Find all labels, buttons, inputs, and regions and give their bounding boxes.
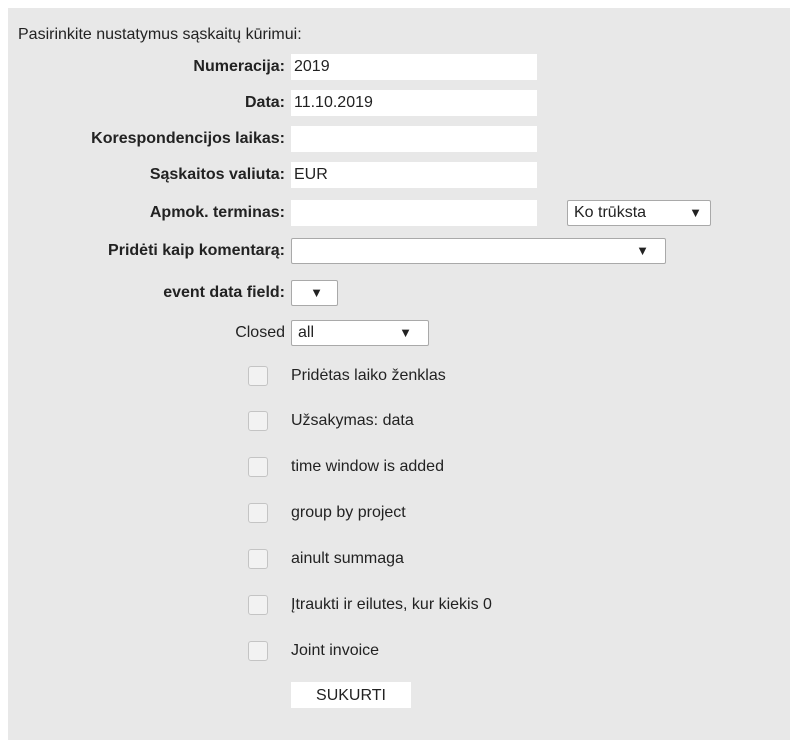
date-input[interactable]: [291, 90, 537, 116]
intro-text: Pasirinkite nustatymus sąskaitų kūrimui:: [18, 26, 302, 43]
correspondence-time-row: Korespondencijos laikas:: [8, 126, 790, 152]
missing-dropdown[interactable]: Ko trūksta ▼: [567, 200, 711, 226]
chevron-down-icon: ▼: [399, 325, 412, 340]
closed-select-value: all: [298, 324, 315, 341]
checkbox[interactable]: [248, 549, 268, 569]
chevron-down-icon: ▼: [636, 243, 649, 258]
checkbox-label: Įtraukti ir eilutes, kur kiekis 0: [291, 596, 492, 613]
numeration-row: Numeracija:: [8, 54, 790, 80]
checkbox-label: group by project: [291, 504, 406, 521]
currency-row: Sąskaitos valiuta:: [8, 162, 790, 188]
checkbox-label: Užsakymas: data: [291, 412, 414, 429]
checkbox[interactable]: [248, 503, 268, 523]
create-button[interactable]: SUKURTI: [291, 682, 411, 708]
event-data-field-select[interactable]: ▼: [291, 280, 338, 306]
date-label: Data:: [244, 94, 285, 111]
comment-row: Pridėti kaip komentarą: ▼: [8, 238, 790, 264]
settings-panel: Pasirinkite nustatymus sąskaitų kūrimui:…: [8, 8, 790, 740]
payment-term-label: Apmok. terminas:: [149, 204, 285, 221]
payment-term-row: Apmok. terminas: Ko trūksta ▼: [8, 200, 790, 226]
checkbox[interactable]: [248, 366, 268, 386]
comment-select[interactable]: ▼: [291, 238, 666, 264]
event-data-field-row: event data field: ▼: [8, 280, 790, 306]
checkbox-label: Joint invoice: [291, 642, 380, 659]
chevron-down-icon: ▼: [689, 205, 702, 220]
date-row: Data:: [8, 90, 790, 116]
event-data-field-label: event data field:: [163, 284, 285, 301]
comment-label: Pridėti kaip komentarą:: [108, 242, 285, 259]
chevron-down-icon: ▼: [310, 285, 323, 300]
correspondence-time-input[interactable]: [291, 126, 537, 152]
checkbox[interactable]: [248, 641, 268, 661]
numeration-label: Numeracija:: [193, 58, 285, 75]
checkbox-label: Pridėtas laiko ženklas: [291, 367, 446, 384]
currency-input[interactable]: [291, 162, 537, 188]
checkbox-label: time window is added: [291, 458, 444, 475]
missing-dropdown-value: Ko trūksta: [574, 204, 647, 221]
checkbox[interactable]: [248, 411, 268, 431]
numeration-input[interactable]: [291, 54, 537, 80]
checkbox-label: ainult summaga: [291, 550, 404, 567]
checkbox[interactable]: [248, 595, 268, 615]
closed-row: Closed all ▼: [8, 320, 790, 346]
currency-label: Sąskaitos valiuta:: [149, 166, 285, 183]
closed-label: Closed: [235, 324, 285, 341]
correspondence-time-label: Korespondencijos laikas:: [91, 130, 285, 147]
checkbox[interactable]: [248, 457, 268, 477]
closed-select[interactable]: all ▼: [291, 320, 429, 346]
payment-term-input[interactable]: [291, 200, 537, 226]
